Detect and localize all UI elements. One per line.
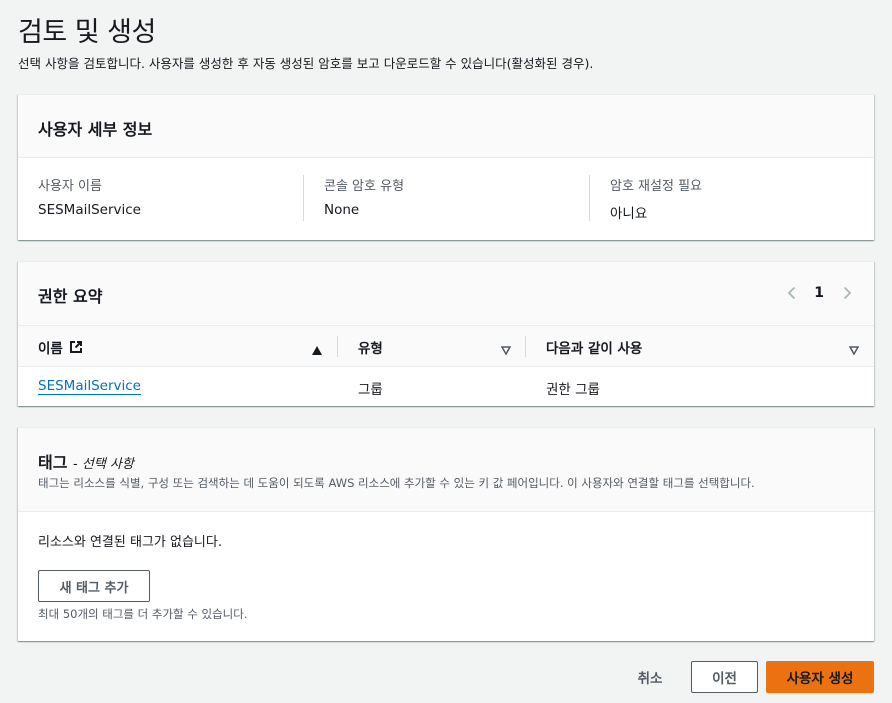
add-new-tag-button[interactable]: 새 태그 추가	[38, 570, 150, 602]
user-details-title: 사용자 세부 정보	[38, 120, 153, 139]
tags-description: 태그는 리소스를 식별, 구성 또는 검색하는 데 도움이 되도록 AWS 리소…	[38, 476, 755, 490]
external-link-icon	[69, 340, 83, 354]
tags-title-text: 태그	[38, 453, 68, 472]
previous-button[interactable]: 이전	[691, 661, 758, 693]
row-type-cell: 그룹	[358, 382, 383, 398]
sort-icon[interactable]	[848, 340, 860, 359]
page-number[interactable]: 1	[814, 285, 824, 301]
chevron-right-icon[interactable]	[840, 282, 854, 304]
cancel-button[interactable]: 취소	[627, 661, 673, 693]
tags-panel: 태그 - 선택 사항 태그는 리소스를 식별, 구성 또는 검색하는 데 도움이…	[18, 427, 874, 641]
tags-title: 태그 - 선택 사항	[38, 449, 134, 473]
user-name-field: 사용자 이름 SESMailService	[38, 175, 141, 221]
sort-ascending-icon[interactable]	[312, 340, 322, 359]
field-divider	[589, 175, 590, 221]
column-type-label: 유형	[358, 340, 383, 357]
tags-title-separator: -	[73, 457, 82, 472]
user-details-panel: 사용자 세부 정보 사용자 이름 SESMailService 콘솔 암호 유형…	[18, 94, 874, 240]
column-divider	[525, 336, 526, 357]
permission-name-link[interactable]: SESMailService	[38, 378, 141, 395]
table-row: SESMailService 그룹 권한 그룹	[18, 367, 874, 407]
password-reset-value: 아니요	[610, 206, 648, 222]
no-tags-message: 리소스와 연결된 태그가 없습니다.	[38, 535, 222, 550]
field-divider	[303, 175, 304, 221]
password-reset-field: 암호 재설정 필요 아니요	[610, 175, 702, 222]
create-user-button[interactable]: 사용자 생성	[766, 661, 874, 693]
tags-optional-label: - 선택 사항	[73, 457, 134, 472]
column-header-used-as[interactable]: 다음과 같이 사용	[546, 326, 642, 367]
permissions-summary-header: 권한 요약 1	[18, 262, 874, 325]
column-header-name[interactable]: 이름	[38, 326, 83, 367]
password-reset-label: 암호 재설정 필요	[610, 179, 702, 194]
permissions-table-header: 이름 유형 다음과 같이 사용	[18, 325, 874, 367]
tags-optional-text: 선택 사항	[81, 457, 134, 472]
tags-header: 태그 - 선택 사항 태그는 리소스를 식별, 구성 또는 검색하는 데 도움이…	[18, 428, 874, 512]
row-name-cell: SESMailService	[38, 378, 141, 395]
chevron-left-icon[interactable]	[784, 282, 798, 304]
user-name-value: SESMailService	[38, 202, 141, 218]
console-password-type-label: 콘솔 암호 유형	[324, 179, 405, 194]
column-used-as-label: 다음과 같이 사용	[546, 340, 643, 357]
permissions-summary-panel: 권한 요약 1 이름 유형 다음과 같이 사용 SESMailService 그…	[18, 261, 874, 406]
console-password-type-field: 콘솔 암호 유형 None	[324, 175, 404, 221]
column-name-label: 이름	[38, 340, 63, 357]
pagination: 1	[784, 282, 854, 304]
page-description: 선택 사항을 검토합니다. 사용자를 생성한 후 자동 생성된 암호를 보고 다…	[18, 56, 594, 71]
user-name-label: 사용자 이름	[38, 179, 102, 194]
permissions-summary-title: 권한 요약	[38, 287, 103, 306]
column-header-type[interactable]: 유형	[358, 326, 383, 367]
page-title: 검토 및 생성	[18, 17, 156, 48]
column-divider	[337, 336, 338, 357]
sort-icon[interactable]	[500, 340, 512, 359]
user-details-header: 사용자 세부 정보	[18, 95, 874, 158]
review-and-create-page: 검토 및 생성 선택 사항을 검토합니다. 사용자를 생성한 후 자동 생성된 …	[0, 0, 892, 703]
row-used-as-cell: 권한 그룹	[546, 382, 600, 398]
user-details-fields: 사용자 이름 SESMailService 콘솔 암호 유형 None 암호 재…	[18, 175, 874, 222]
tag-limit-hint: 최대 50개의 태그를 더 추가할 수 있습니다.	[38, 607, 248, 621]
console-password-type-value: None	[324, 202, 360, 218]
